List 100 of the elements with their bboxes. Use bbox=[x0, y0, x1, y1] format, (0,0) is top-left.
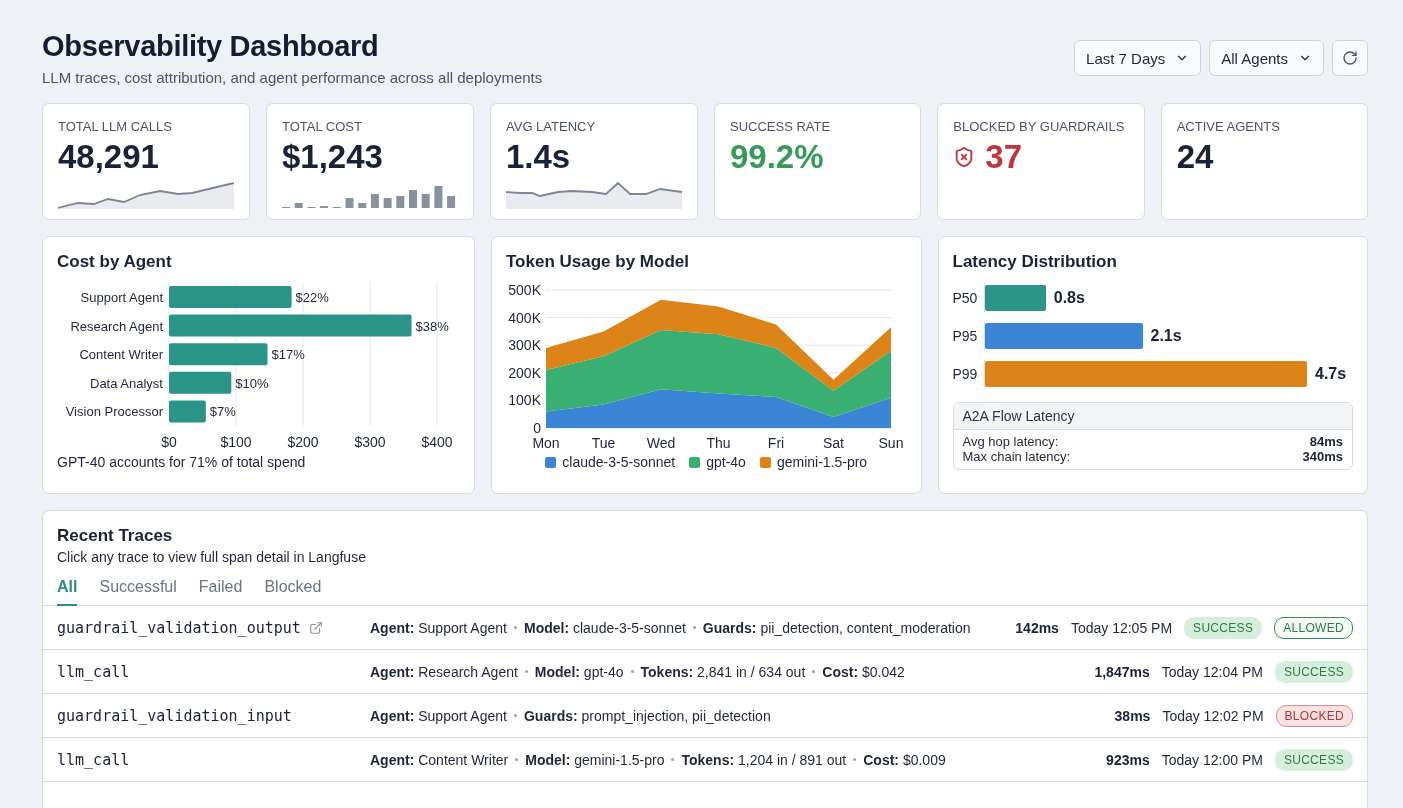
trace-detail: Guards: pii_detection, content_moderation bbox=[702, 619, 971, 636]
trace-row[interactable]: llm_call Agent: Research Agent Model: gpt-4o Tokens: 2,841 in / 634 out Cost: $0.042 1,847ms Today 12:04 PM SUCCESS bbox=[43, 650, 1367, 694]
trace-detail: Model: gemini-1.5-pro bbox=[525, 751, 665, 768]
data-label: $17% bbox=[271, 347, 305, 363]
kpi-label: SUCCESS RATE bbox=[730, 119, 832, 134]
latency-reading: 4.7s bbox=[1315, 365, 1347, 383]
trace-time: Today 12:04 PM bbox=[1161, 663, 1263, 680]
separator-dot bbox=[513, 714, 517, 717]
axis-label: 300K bbox=[508, 337, 541, 354]
axis-label: Sat bbox=[823, 435, 844, 451]
separator-dot bbox=[515, 758, 519, 761]
separator-dot bbox=[853, 758, 857, 761]
trace-detail: Agent: Support Agent bbox=[370, 707, 507, 724]
kpi-value: 1.4s bbox=[506, 139, 571, 176]
kpi-value: 99.2% bbox=[730, 139, 824, 176]
trace-row[interactable]: guardrail_validation_output Agent: Support Agent Model: claude-3-5-sonnet Guards: pii_detection, content_moderation 142ms Today 12:05 PM SUCCESS ALLOWED bbox=[43, 606, 1367, 650]
trace-time: Today 12:02 PM bbox=[1162, 707, 1264, 724]
page-title: Observability Dashboard bbox=[42, 30, 380, 63]
trace-detail: Model: claude-3-5-sonnet bbox=[523, 619, 686, 636]
trace-time: Today 12:05 PM bbox=[1070, 619, 1173, 636]
legend-label: gpt-4o bbox=[706, 454, 746, 470]
trace-name: guardrail_validation_input bbox=[57, 706, 292, 725]
card-title: Recent Traces bbox=[57, 526, 174, 546]
filter-tab[interactable]: Successful bbox=[99, 578, 177, 606]
trace-duration: 142ms bbox=[1015, 619, 1059, 636]
filter-dropdown[interactable]: All Agents bbox=[1209, 40, 1324, 76]
data-label: $38% bbox=[415, 318, 449, 334]
refresh-button[interactable] bbox=[1332, 40, 1368, 76]
axis-label: Fri bbox=[767, 435, 785, 451]
trace-detail: Tokens: 1,204 in / 891 out bbox=[681, 751, 847, 768]
axis-label: 200K bbox=[508, 364, 541, 381]
axis-label: $200 bbox=[287, 434, 319, 450]
axis-label: 400K bbox=[508, 309, 541, 326]
separator-dot bbox=[513, 626, 517, 629]
kpi-label: BLOCKED BY GUARDRAILS bbox=[953, 119, 1126, 134]
legend-swatch bbox=[759, 456, 771, 468]
trace-name: guardrail_validation_output bbox=[57, 618, 301, 637]
trace-row[interactable]: guardrail_validation_input Agent: Support Agent Guards: prompt_injection, pii_detection 38ms Today 12:02 PM BLOCKED bbox=[43, 694, 1367, 738]
kpi-label: TOTAL LLM CALLS bbox=[58, 119, 173, 134]
axis-label: Support Agent bbox=[80, 290, 163, 305]
card-subtitle: Click any trace to view full span detail in Langfuse bbox=[57, 549, 367, 565]
refresh-icon bbox=[1342, 50, 1358, 66]
axis-label: Wed bbox=[646, 435, 676, 451]
trace-duration: 1,847ms bbox=[1094, 663, 1150, 680]
card-title: Token Usage by Model bbox=[506, 252, 690, 272]
panel-header: A2A Flow Latency bbox=[953, 403, 1352, 430]
card-title: Cost by Agent bbox=[57, 252, 173, 272]
filter-dropdown[interactable]: Last 7 Days bbox=[1074, 40, 1202, 76]
filter-tab[interactable]: Failed bbox=[198, 578, 243, 606]
axis-label: 0 bbox=[533, 420, 541, 436]
data-label: $10% bbox=[235, 375, 269, 391]
trace-name: llm_call bbox=[57, 750, 130, 769]
legend-label: gemini-1.5-pro bbox=[776, 454, 868, 470]
axis-label: Data Analyst bbox=[90, 375, 163, 391]
external-link-icon[interactable] bbox=[308, 620, 323, 635]
status-badge: BLOCKED bbox=[1275, 704, 1353, 727]
trace-detail: Model: gpt-4o bbox=[534, 663, 624, 680]
bar bbox=[169, 400, 206, 423]
metric-value: 84ms bbox=[1309, 434, 1343, 449]
chart-note: GPT-40 accounts for 71% of total spend bbox=[57, 454, 307, 470]
trace-time: Today 12:00 PM bbox=[1161, 751, 1263, 768]
kpi-label: TOTAL COST bbox=[282, 119, 363, 134]
status-badge: SUCCESS bbox=[1184, 616, 1263, 639]
axis-label: Tue bbox=[591, 435, 616, 451]
kpi-label: ACTIVE AGENTS bbox=[1176, 119, 1281, 134]
filter-tab[interactable]: Blocked bbox=[264, 578, 322, 606]
trace-row[interactable]: llm_call Agent: Content Writer Model: gemini-1.5-pro Tokens: 1,204 in / 891 out Cost: $0.009 923ms Today 12:00 PM SUCCESS bbox=[43, 738, 1367, 782]
axis-label: Vision Processor bbox=[65, 404, 163, 420]
metric-label: Avg hop latency: bbox=[962, 434, 1059, 449]
axis-label: $100 bbox=[220, 434, 252, 450]
trace-detail: Tokens: 2,841 in / 634 out bbox=[640, 663, 806, 680]
legend-swatch bbox=[689, 456, 701, 468]
separator-dot bbox=[812, 670, 816, 673]
trace-detail: Agent: Research Agent bbox=[370, 663, 518, 680]
status-badge: SUCCESS bbox=[1274, 748, 1353, 771]
separator-dot bbox=[671, 758, 675, 761]
percentile-label: P95 bbox=[952, 328, 979, 344]
card-title: Latency Distribution bbox=[952, 252, 1118, 272]
status-badge: SUCCESS bbox=[1274, 660, 1353, 683]
filter-tab[interactable]: All bbox=[57, 578, 78, 606]
axis-label: Content Writer bbox=[79, 347, 163, 363]
separator-dot bbox=[630, 670, 634, 673]
kpi-value: 37 bbox=[985, 139, 1023, 176]
axis-label: Mon bbox=[532, 435, 560, 451]
kpi-value: $1,243 bbox=[282, 139, 383, 176]
trace-name: llm_call bbox=[57, 662, 130, 681]
data-label: $7% bbox=[209, 404, 236, 420]
legend-swatch bbox=[545, 456, 557, 468]
trace-duration: 38ms bbox=[1114, 707, 1151, 724]
separator-dot bbox=[524, 670, 528, 673]
page-subtitle: LLM traces, cost attribution, and agent performance across all deployments bbox=[42, 69, 543, 86]
axis-label: Thu bbox=[706, 435, 731, 451]
axis-label: Sun bbox=[878, 435, 904, 451]
percentile-label: P50 bbox=[952, 290, 979, 306]
axis-label: $0 bbox=[161, 434, 177, 450]
metric-value: 340ms bbox=[1302, 449, 1343, 464]
data-label: $22% bbox=[295, 290, 329, 305]
percentile-label: P99 bbox=[952, 366, 979, 382]
kpi-value: 48,291 bbox=[58, 139, 159, 176]
kpi-value: 24 bbox=[1176, 139, 1214, 176]
